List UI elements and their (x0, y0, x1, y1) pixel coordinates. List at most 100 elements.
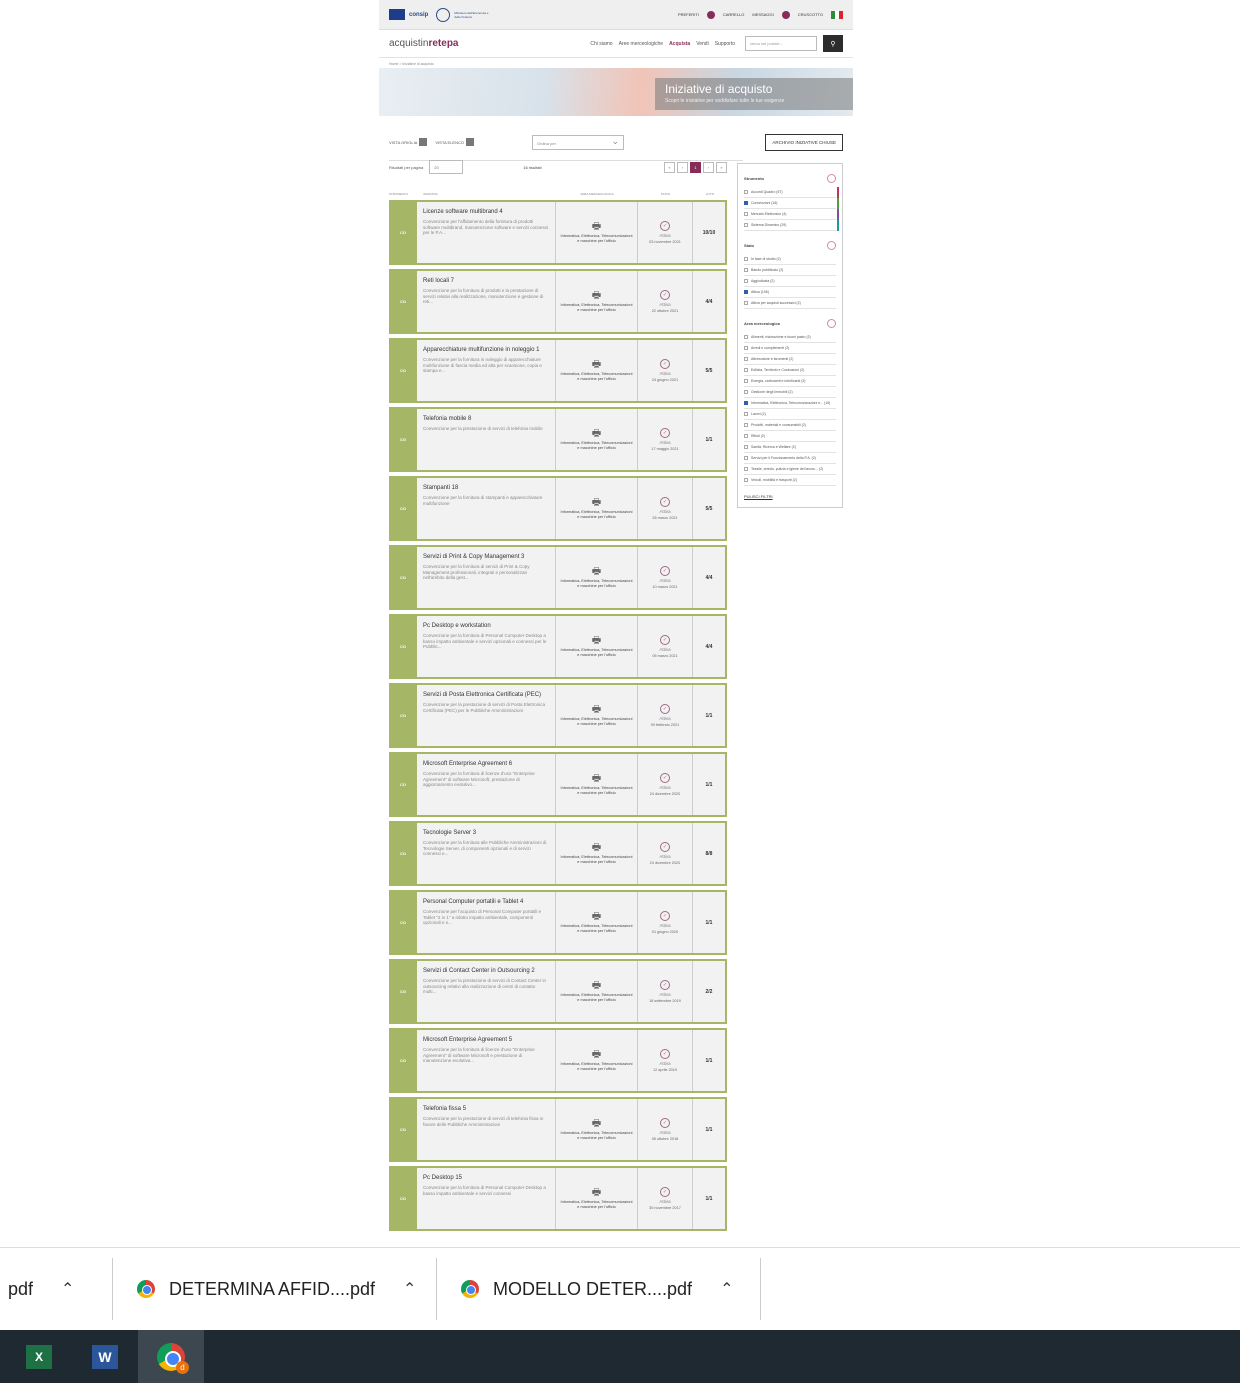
filter-option[interactable]: Prodotti, materiali e consumabili (2) (744, 420, 836, 431)
checkbox[interactable] (744, 456, 748, 460)
card-title[interactable]: Microsoft Enterprise Agreement 5 (423, 1037, 549, 1044)
view-grid-label[interactable]: VISTA GRIGLIA (389, 140, 417, 145)
pager-prev[interactable]: ‹ (677, 161, 688, 173)
card-title[interactable]: Servizi di Contact Center in Outsourcing… (423, 968, 549, 975)
checkbox[interactable] (744, 301, 748, 305)
card-main[interactable]: Servizi di Contact Center in Outsourcing… (417, 961, 556, 1022)
checkbox[interactable] (744, 445, 748, 449)
card-main[interactable]: Apparecchiature multifunzione in noleggi… (417, 340, 556, 401)
card-title[interactable]: Licenze software multibrand 4 (423, 209, 549, 216)
col-area[interactable]: Area merceologica (556, 192, 638, 196)
card-title[interactable]: Pc Desktop e workstation (423, 623, 549, 630)
nav-vendi[interactable]: Vendi (696, 41, 709, 47)
grid-view-icon[interactable] (419, 138, 428, 146)
filter-option[interactable]: Informatica, Elettronica, Telecomunicazi… (744, 398, 836, 409)
archive-button[interactable]: ARCHIVIO INIZIATIVE CHIUSE (765, 133, 843, 151)
top-link-carrello[interactable]: Carrello (723, 12, 745, 17)
initiative-card[interactable]: CO Pc Desktop e workstation Convenzione pe… (389, 614, 727, 679)
filter-option[interactable]: Servizi per il Funzionamento della P.A. … (744, 453, 836, 464)
checkbox[interactable] (744, 368, 748, 372)
user-icon[interactable] (781, 10, 790, 19)
filter-option[interactable]: Attiva per acquisti successivi (2) (744, 298, 836, 309)
collapse-icon[interactable] (827, 241, 836, 250)
initiative-card[interactable]: CO Licenze software multibrand 4 Convenzio… (389, 200, 727, 265)
checkbox[interactable] (744, 257, 748, 261)
checkbox[interactable] (744, 190, 748, 194)
cart-icon[interactable] (706, 10, 715, 19)
collapse-icon[interactable] (827, 319, 836, 328)
card-title[interactable]: Microsoft Enterprise Agreement 6 (423, 761, 549, 768)
chevron-up-icon[interactable]: ⌃ (403, 1279, 416, 1299)
filter-option[interactable]: Gestione degli Immobili (2) (744, 387, 836, 398)
card-main[interactable]: Telefonia fissa 5 Convenzione per la pres… (417, 1099, 556, 1160)
checkbox[interactable] (744, 212, 748, 216)
initiative-card[interactable]: CO Servizi di Contact Center in Outsourci… (389, 959, 727, 1024)
download-item[interactable]: DETERMINA AFFID....pdf ⌃ (113, 1258, 437, 1320)
card-title[interactable]: Telefonia fissa 5 (423, 1106, 549, 1113)
filter-option[interactable]: Lavori (2) (744, 409, 836, 420)
card-main[interactable]: Servizi di Print & Copy Management 3 Conv… (417, 547, 556, 608)
taskbar-chrome[interactable]: d (138, 1330, 204, 1383)
filter-option[interactable]: Convenzioni (16) (744, 198, 839, 209)
search-icon[interactable]: ⚲ (823, 35, 843, 52)
top-link-cruscotto[interactable]: Cruscotto (798, 12, 823, 17)
chevron-up-icon[interactable]: ⌃ (61, 1279, 74, 1299)
card-title[interactable]: Reti locali 7 (423, 278, 549, 285)
taskbar-word[interactable]: W (72, 1330, 138, 1383)
pager-first[interactable]: « (664, 161, 675, 173)
download-item[interactable]: pdf ⌃ (0, 1258, 113, 1320)
initiative-card[interactable]: CO Tecnologie Server 3 Convenzione per la … (389, 821, 727, 886)
card-main[interactable]: Personal Computer portatili e Tablet 4 Co… (417, 892, 556, 953)
initiative-card[interactable]: CO Telefonia mobile 8 Convenzione per la p… (389, 407, 727, 472)
initiative-card[interactable]: CO Pc Desktop 15 Convenzione per la fornit… (389, 1166, 727, 1231)
reset-filters-link[interactable]: PULISCI FILTRI (744, 494, 836, 499)
initiative-card[interactable]: CO Servizi di Print & Copy Management 3 Co… (389, 545, 727, 610)
top-link-messaggi[interactable]: Messaggi (752, 12, 773, 17)
card-main[interactable]: Reti locali 7 Convenzione per la fornitur… (417, 271, 556, 332)
filter-option[interactable]: Aggiudicata (2) (744, 276, 836, 287)
col-iniziativa[interactable]: Iniziativa (417, 192, 556, 196)
card-main[interactable]: Microsoft Enterprise Agreement 5 Convenzi… (417, 1030, 556, 1091)
filter-option[interactable]: Accordi Quadro (57) (744, 187, 839, 198)
pager-last[interactable]: » (716, 161, 727, 173)
download-item[interactable]: MODELLO DETER....pdf ⌃ (437, 1258, 761, 1320)
initiative-card[interactable]: CO Servizi di Posta Elettronica Certifica… (389, 683, 727, 748)
collapse-icon[interactable] (827, 174, 836, 183)
col-strumento[interactable]: Strumento (389, 192, 417, 196)
filter-option[interactable]: Attrezzature e strumenti (2) (744, 354, 836, 365)
initiative-card[interactable]: CO Reti locali 7 Convenzione per la fornit… (389, 269, 727, 334)
checkbox[interactable] (744, 401, 748, 405)
card-title[interactable]: Pc Desktop 15 (423, 1175, 549, 1182)
card-title[interactable]: Servizi di Posta Elettronica Certificata… (423, 692, 549, 699)
card-title[interactable]: Telefonia mobile 8 (423, 416, 549, 423)
card-main[interactable]: Telefonia mobile 8 Convenzione per la pre… (417, 409, 556, 470)
filter-option[interactable]: Edilizia, Territorio e Costruzioni (2) (744, 365, 836, 376)
initiative-card[interactable]: CO Telefonia fissa 5 Convenzione per la pr… (389, 1097, 727, 1162)
checkbox[interactable] (744, 346, 748, 350)
col-stato[interactable]: Stato (638, 192, 693, 196)
card-main[interactable]: Stampanti 18 Convenzione per la fornitura… (417, 478, 556, 539)
initiative-card[interactable]: CO Microsoft Enterprise Agreement 5 Conven… (389, 1028, 727, 1093)
nav-acquista[interactable]: Acquista (669, 41, 690, 47)
card-title[interactable]: Servizi di Print & Copy Management 3 (423, 554, 549, 561)
card-main[interactable]: Pc Desktop e workstation Convenzione per … (417, 616, 556, 677)
nav-chi-siamo[interactable]: Chi siamo (590, 41, 612, 47)
checkbox[interactable] (744, 423, 748, 427)
initiative-card[interactable]: CO Stampanti 18 Convenzione per la fornitu… (389, 476, 727, 541)
checkbox[interactable] (744, 467, 748, 471)
initiative-card[interactable]: CO Microsoft Enterprise Agreement 6 Conven… (389, 752, 727, 817)
card-title[interactable]: Personal Computer portatili e Tablet 4 (423, 899, 549, 906)
italian-flag-icon[interactable] (831, 10, 843, 19)
filter-option[interactable]: Alimenti, ristorazione e buoni pasto (2) (744, 332, 836, 343)
checkbox[interactable] (744, 335, 748, 339)
filter-option[interactable]: Rifiuti (2) (744, 431, 836, 442)
filter-option[interactable]: Bando pubblicato (2) (744, 265, 836, 276)
card-title[interactable]: Apparecchiature multifunzione in noleggi… (423, 347, 549, 354)
card-main[interactable]: Tecnologie Server 3 Convenzione per la fo… (417, 823, 556, 884)
card-title[interactable]: Tecnologie Server 3 (423, 830, 549, 837)
checkbox[interactable] (744, 357, 748, 361)
chevron-up-icon[interactable]: ⌃ (720, 1279, 733, 1299)
nav-supporto[interactable]: Supporto (715, 41, 735, 47)
portal-search-input[interactable]: cerca nel portale... (745, 36, 817, 51)
filter-option[interactable]: Tessile, arredo, pulizia e igiene del la… (744, 464, 836, 475)
